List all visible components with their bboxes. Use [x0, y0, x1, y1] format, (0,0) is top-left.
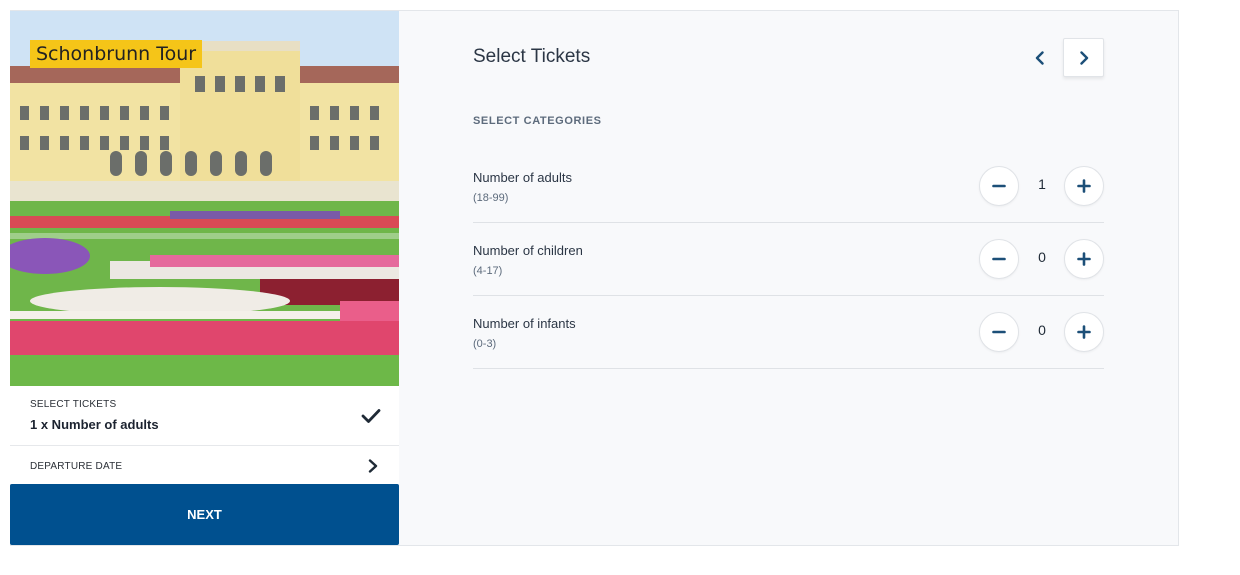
summary-tickets-row[interactable]: SELECT TICKETS 1 x Number of adults [10, 386, 399, 446]
summary-departure-date-label: DEPARTURE DATE [30, 461, 123, 472]
decrease-children-button[interactable] [979, 239, 1019, 279]
tour-title-badge: Schonbrunn Tour [30, 40, 203, 68]
decrease-infants-button[interactable] [979, 312, 1019, 352]
category-row-adults: Number of adults (18-99) 1 [473, 150, 1104, 223]
booking-summary: SELECT TICKETS 1 x Number of adults DEPA… [10, 386, 399, 484]
increase-infants-button[interactable] [1064, 312, 1104, 352]
categories-section-label: SELECT CATEGORIES [473, 115, 602, 127]
chevron-left-icon [1035, 51, 1044, 65]
summary-tickets-label: SELECT TICKETS [30, 399, 117, 410]
check-icon [361, 409, 381, 423]
summary-departure-date-row[interactable]: DEPARTURE DATE [10, 446, 399, 484]
previous-step-button[interactable] [1022, 39, 1058, 77]
category-age-range: (0-3) [473, 338, 497, 350]
category-row-children: Number of children (4-17) 0 [473, 223, 1104, 296]
infants-quantity: 0 [1038, 322, 1046, 338]
next-button[interactable]: NEXT [10, 484, 399, 545]
summary-tickets-value: 1 x Number of adults [30, 417, 159, 432]
category-name: Number of children [473, 243, 583, 258]
adults-quantity: 1 [1038, 176, 1046, 192]
next-step-button[interactable] [1063, 38, 1104, 77]
tour-photo: Schonbrunn Tour [10, 11, 399, 386]
category-name: Number of infants [473, 316, 576, 331]
plus-icon [1077, 252, 1091, 266]
plus-icon [1077, 179, 1091, 193]
decrease-adults-button[interactable] [979, 166, 1019, 206]
panel-title: Select Tickets [473, 46, 591, 67]
chevron-right-icon [368, 459, 378, 473]
category-name: Number of adults [473, 170, 572, 185]
plus-icon [1077, 325, 1091, 339]
chevron-right-icon [1079, 50, 1088, 65]
category-age-range: (18-99) [473, 192, 509, 204]
category-row-infants: Number of infants (0-3) 0 [473, 296, 1104, 369]
increase-children-button[interactable] [1064, 239, 1104, 279]
minus-icon [992, 184, 1006, 188]
tour-summary-column: Schonbrunn Tour SELECT TICKETS 1 x Numbe… [10, 11, 399, 545]
children-quantity: 0 [1038, 249, 1046, 265]
minus-icon [992, 257, 1006, 261]
category-age-range: (4-17) [473, 265, 503, 277]
minus-icon [992, 330, 1006, 334]
increase-adults-button[interactable] [1064, 166, 1104, 206]
